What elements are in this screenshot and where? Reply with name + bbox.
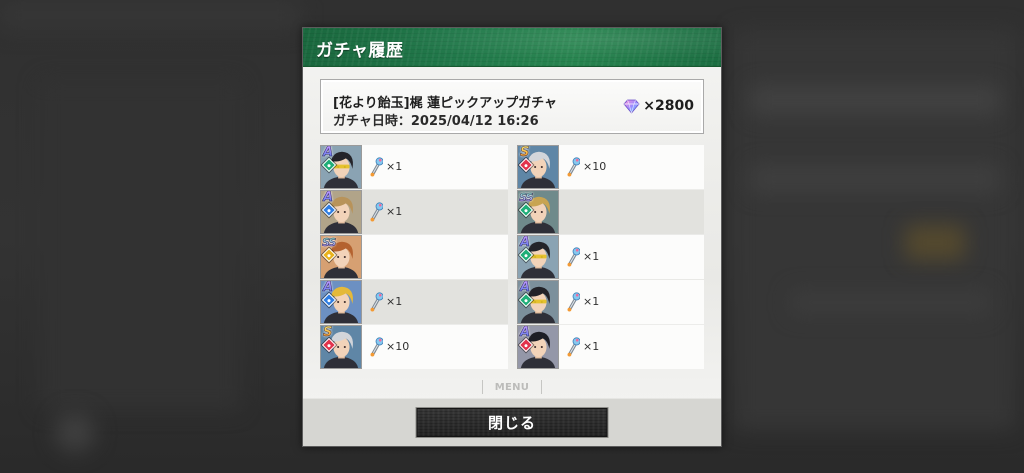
character-portrait: A <box>517 325 559 369</box>
character-portrait: S <box>320 325 362 369</box>
result-cell: A ×1 <box>517 325 704 369</box>
close-button[interactable]: 閉じる <box>415 407 609 438</box>
portrait-eye <box>343 345 346 349</box>
portrait-eye <box>343 210 346 214</box>
result-cell: A ×1 <box>320 190 508 234</box>
portrait-eye <box>343 300 346 304</box>
gacha-name: [花より飴玉]梶 蓮ピックアップガチャ <box>333 96 558 111</box>
penlight-icon <box>567 292 580 312</box>
menu-hint: MENU <box>303 380 721 394</box>
rarity-badge: S <box>323 325 333 340</box>
portrait-eye <box>540 345 543 349</box>
penlight-icon <box>567 157 580 177</box>
portrait-eye <box>534 165 537 169</box>
portrait-eye <box>540 165 543 169</box>
penlight-icon <box>370 337 383 357</box>
gem-icon <box>623 99 640 114</box>
dialog-footer: 閉じる <box>303 398 721 446</box>
portrait-eye <box>337 345 340 349</box>
portrait-eye <box>337 255 340 259</box>
menu-divider <box>541 380 543 394</box>
result-cell: S ×10 <box>517 145 704 189</box>
reward-count: ×10 <box>583 160 607 173</box>
rarity-badge: S <box>520 145 530 160</box>
background-panel <box>750 165 1000 193</box>
penlight-icon <box>567 247 580 267</box>
portrait-eye <box>534 345 537 349</box>
result-grid: A ×1 S ×10 A ×1 SS SS A ×1 A ×1 A ×1 S ×10 A ×1 <box>320 145 704 369</box>
character-portrait: A <box>320 280 362 324</box>
background-panel <box>40 80 240 410</box>
result-cell: A ×1 <box>517 235 704 279</box>
penlight-icon <box>370 292 383 312</box>
background-panel <box>790 290 990 315</box>
background-panel <box>905 225 965 260</box>
character-portrait: A <box>517 235 559 279</box>
reward-count: ×1 <box>386 205 403 218</box>
portrait-eye <box>343 255 346 259</box>
menu-divider <box>481 380 483 394</box>
dialog-header: ガチャ履歴 <box>303 28 721 67</box>
gacha-history-dialog: ガチャ履歴 [花より飴玉]梶 蓮ピックアップガチャ ガチャ日時：2025/04/… <box>302 27 722 447</box>
penlight-icon <box>370 202 383 222</box>
result-cell: SS <box>320 235 508 279</box>
portrait-eye <box>534 210 537 214</box>
result-cell: SS <box>517 190 704 234</box>
menu-label: MENU <box>494 381 530 393</box>
character-portrait: A <box>517 280 559 324</box>
gacha-cost: ×2800 <box>623 98 694 114</box>
portrait-eye <box>337 300 340 304</box>
character-portrait: SS <box>320 235 362 279</box>
result-cell: A ×1 <box>320 145 508 189</box>
background-panel <box>55 412 95 452</box>
gacha-datetime-value: 2025/04/12 16:26 <box>410 114 539 129</box>
gacha-info-box: [花より飴玉]梶 蓮ピックアップガチャ ガチャ日時：2025/04/12 16:… <box>320 79 704 134</box>
reward-count: ×1 <box>583 250 600 263</box>
result-cell: A ×1 <box>517 280 704 324</box>
background-panel <box>0 0 300 30</box>
character-portrait: SS <box>517 190 559 234</box>
reward-count: ×1 <box>386 295 403 308</box>
result-cell: A ×1 <box>320 280 508 324</box>
gacha-datetime-label: ガチャ日時： <box>333 114 411 129</box>
dialog-title: ガチャ履歴 <box>316 41 404 61</box>
reward-count: ×1 <box>583 340 600 353</box>
gacha-datetime: ガチャ日時：2025/04/12 16:26 <box>333 110 539 129</box>
reward-count: ×10 <box>386 340 410 353</box>
penlight-icon <box>370 157 383 177</box>
character-portrait: S <box>517 145 559 189</box>
portrait-eye <box>337 210 340 214</box>
character-portrait: A <box>320 190 362 234</box>
portrait-eye <box>540 210 543 214</box>
reward-count: ×1 <box>386 160 403 173</box>
result-cell: S ×10 <box>320 325 508 369</box>
character-portrait: A <box>320 145 362 189</box>
penlight-icon <box>567 337 580 357</box>
background-panel <box>750 85 1000 115</box>
reward-count: ×1 <box>583 295 600 308</box>
gacha-cost-value: ×2800 <box>643 98 694 114</box>
